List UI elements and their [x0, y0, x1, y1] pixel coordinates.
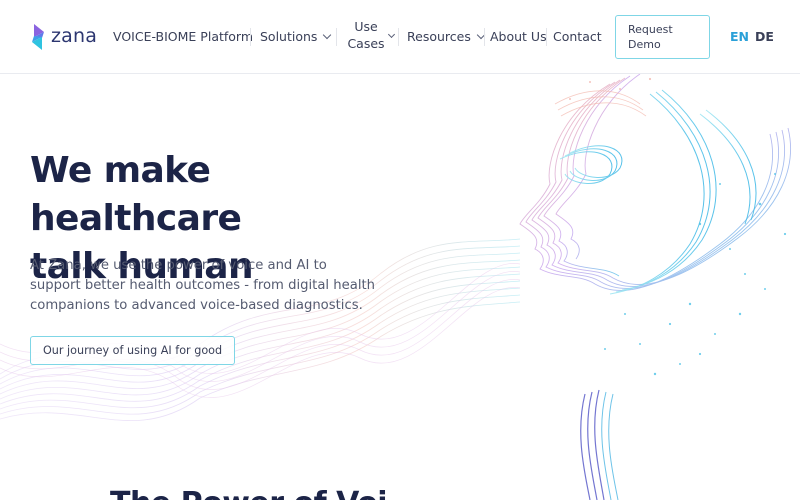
hero-title-line1: We make healthcare: [30, 150, 242, 239]
nav-divider: [336, 28, 337, 46]
nav-solutions-label: Solutions: [260, 29, 318, 44]
language-en[interactable]: EN: [730, 29, 749, 44]
request-demo-line2: Demo: [628, 38, 661, 51]
language-de[interactable]: DE: [755, 29, 774, 44]
nav-about[interactable]: About Us: [490, 29, 547, 44]
hero-description: At Zana, we use the power of voice and A…: [30, 258, 376, 313]
nav-platform[interactable]: VOICE-BIOME Platform: [113, 29, 253, 44]
nav-divider: [546, 28, 547, 46]
ai-journey-button[interactable]: Our journey of using AI for good: [30, 336, 236, 365]
particle-dots: [604, 173, 787, 376]
nav-divider: [484, 28, 485, 46]
nav-use-cases[interactable]: Use Cases: [345, 18, 396, 52]
logo-text: zana: [51, 25, 98, 47]
nav-divider: [250, 28, 251, 46]
face-profile: [519, 74, 791, 291]
sound-lines: [580, 389, 605, 500]
nav-divider: [398, 28, 399, 46]
nav-use-cases-line2: Cases: [347, 36, 385, 51]
section-title: The Power of Voi: [110, 486, 388, 500]
chevron-down-icon: [323, 30, 332, 39]
zana-logo-icon: [30, 24, 46, 50]
nav-use-cases-line1: Use: [354, 19, 378, 34]
nav-resources-label: Resources: [407, 29, 471, 44]
logo[interactable]: zana: [30, 24, 97, 50]
nav-solutions[interactable]: Solutions: [260, 29, 332, 44]
nav-resources[interactable]: Resources: [407, 29, 486, 44]
request-demo-line1: Request: [628, 23, 673, 36]
request-demo-button[interactable]: Request Demo: [615, 15, 710, 59]
chevron-down-icon: [387, 30, 396, 39]
site-header: zana VOICE-BIOME Platform Solutions Use …: [0, 0, 800, 74]
nav-contact[interactable]: Contact: [553, 29, 602, 44]
